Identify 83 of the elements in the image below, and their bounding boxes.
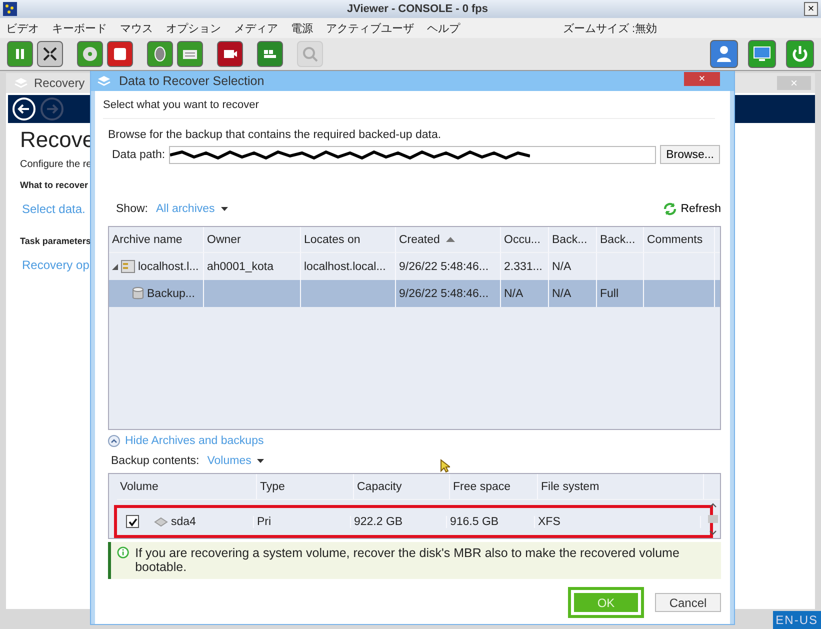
- column-header[interactable]: Back...: [549, 227, 597, 252]
- info-icon: [117, 546, 130, 559]
- table-cell: N/A: [552, 288, 572, 300]
- column-header[interactable]: Locates on: [301, 227, 396, 252]
- mouse-tool-icon[interactable]: [147, 41, 173, 67]
- table-cell: 916.5 GB: [450, 516, 499, 528]
- menu-item[interactable]: マウス: [120, 20, 153, 36]
- monitor-tool-icon[interactable]: [748, 40, 776, 68]
- mouse-cursor-icon: [440, 459, 450, 473]
- table-row[interactable]: sda4 Pri 922.2 GB 916.5 GB XFS: [117, 508, 710, 535]
- menu-item[interactable]: キーボード: [52, 20, 107, 36]
- menu-item[interactable]: 電源: [291, 20, 313, 36]
- column-header[interactable]: Comments: [644, 227, 715, 252]
- menu-item[interactable]: メディア: [234, 20, 278, 36]
- table-cell: N/A: [552, 260, 572, 272]
- close-button[interactable]: ×: [684, 72, 720, 86]
- pause-tool-icon[interactable]: [7, 41, 33, 67]
- column-header[interactable]: Created: [396, 227, 501, 252]
- table-cell: ah0001_kota: [207, 260, 274, 272]
- power-tool-icon[interactable]: [786, 40, 814, 68]
- menu-item[interactable]: ヘルプ: [427, 20, 460, 36]
- column-header[interactable]: Occu...: [501, 227, 549, 252]
- column-header[interactable]: Volume: [117, 474, 257, 499]
- record-tool-icon[interactable]: [217, 41, 243, 67]
- menu-item[interactable]: ビデオ: [6, 20, 39, 36]
- table-cell: Full: [600, 288, 619, 300]
- column-header[interactable]: Back...: [597, 227, 644, 252]
- table-row[interactable]: Backup... 9/26/22 5:48:46... N/A N/A Full: [109, 280, 720, 307]
- dropdown-caret-icon: [257, 459, 264, 463]
- column-header[interactable]: Capacity: [354, 474, 450, 499]
- dialog-title: Data to Recover Selection: [119, 74, 264, 88]
- data-path-field[interactable]: [169, 146, 656, 164]
- language-indicator: EN-US: [772, 611, 821, 629]
- filter-label: Backup contents:: [111, 455, 200, 467]
- table-cell: Backup...: [147, 288, 195, 300]
- menu-item[interactable]: オプション: [166, 20, 221, 36]
- browse-button[interactable]: Browse...: [660, 145, 720, 164]
- info-message: If you are recovering a system volume, recover the disk's MBR also to make the recovered volume bootable.: [135, 546, 680, 574]
- dialog-header: Select what you want to recover: [103, 91, 715, 119]
- table-cell: N/A: [504, 288, 524, 300]
- section-label: What to recover: [20, 180, 90, 190]
- refresh-icon: [662, 202, 677, 216]
- table-cell: localhost.l...: [138, 260, 199, 272]
- dropdown-caret-icon: [220, 207, 228, 211]
- tab[interactable]: Recovery: [34, 76, 85, 90]
- expander-icon[interactable]: [112, 264, 118, 270]
- window-title: JViewer - CONSOLE - 0 fps: [347, 3, 488, 15]
- user-tool-icon[interactable]: [710, 40, 738, 68]
- disc-tool-icon[interactable]: [77, 41, 103, 67]
- refresh-button[interactable]: Refresh: [662, 202, 721, 216]
- column-header[interactable]: Type: [257, 474, 354, 499]
- table-cell: XFS: [538, 516, 560, 528]
- section-label: Task parameters: [20, 236, 90, 246]
- collapse-up-icon: [108, 435, 120, 447]
- field-label: Data path:: [112, 148, 166, 160]
- column-header[interactable]: Archive name: [109, 227, 204, 252]
- fullscreen-tool-icon[interactable]: [37, 41, 63, 67]
- menu-item[interactable]: アクティブユーザ: [326, 20, 414, 36]
- column-header[interactable]: Owner: [204, 227, 301, 252]
- sort-ascending-icon: [446, 237, 455, 242]
- close-button[interactable]: ×: [804, 2, 818, 16]
- keyboard-tool-icon[interactable]: [177, 41, 203, 67]
- table-cell: localhost.local...: [304, 260, 386, 272]
- scrollbar[interactable]: [708, 502, 718, 536]
- table-cell: sda4: [171, 516, 196, 528]
- table-cell: 9/26/22 5:48:46...: [399, 288, 489, 300]
- layers-icon: [97, 75, 111, 87]
- layers-icon: [14, 77, 28, 89]
- table-cell: 9/26/22 5:48:46...: [399, 260, 489, 272]
- column-header[interactable]: Free space: [450, 474, 538, 499]
- keys-tool-icon[interactable]: [257, 41, 283, 67]
- database-icon: [132, 287, 144, 300]
- table-cell: 2.331...: [504, 260, 542, 272]
- instruction-text: Browse for the backup that contains the required backed-up data.: [108, 129, 442, 141]
- column-header[interactable]: File system: [538, 474, 704, 499]
- table-cell: 922.2 GB: [354, 516, 403, 528]
- archive-icon: [121, 260, 135, 273]
- table-cell: Pri: [257, 516, 272, 528]
- zoom-status: ズームサイズ :無効: [563, 22, 658, 36]
- filter-label: Show:: [116, 203, 148, 215]
- app-logo-icon: [3, 2, 17, 16]
- cancel-button[interactable]: Cancel: [655, 593, 721, 612]
- checkbox[interactable]: [126, 515, 139, 528]
